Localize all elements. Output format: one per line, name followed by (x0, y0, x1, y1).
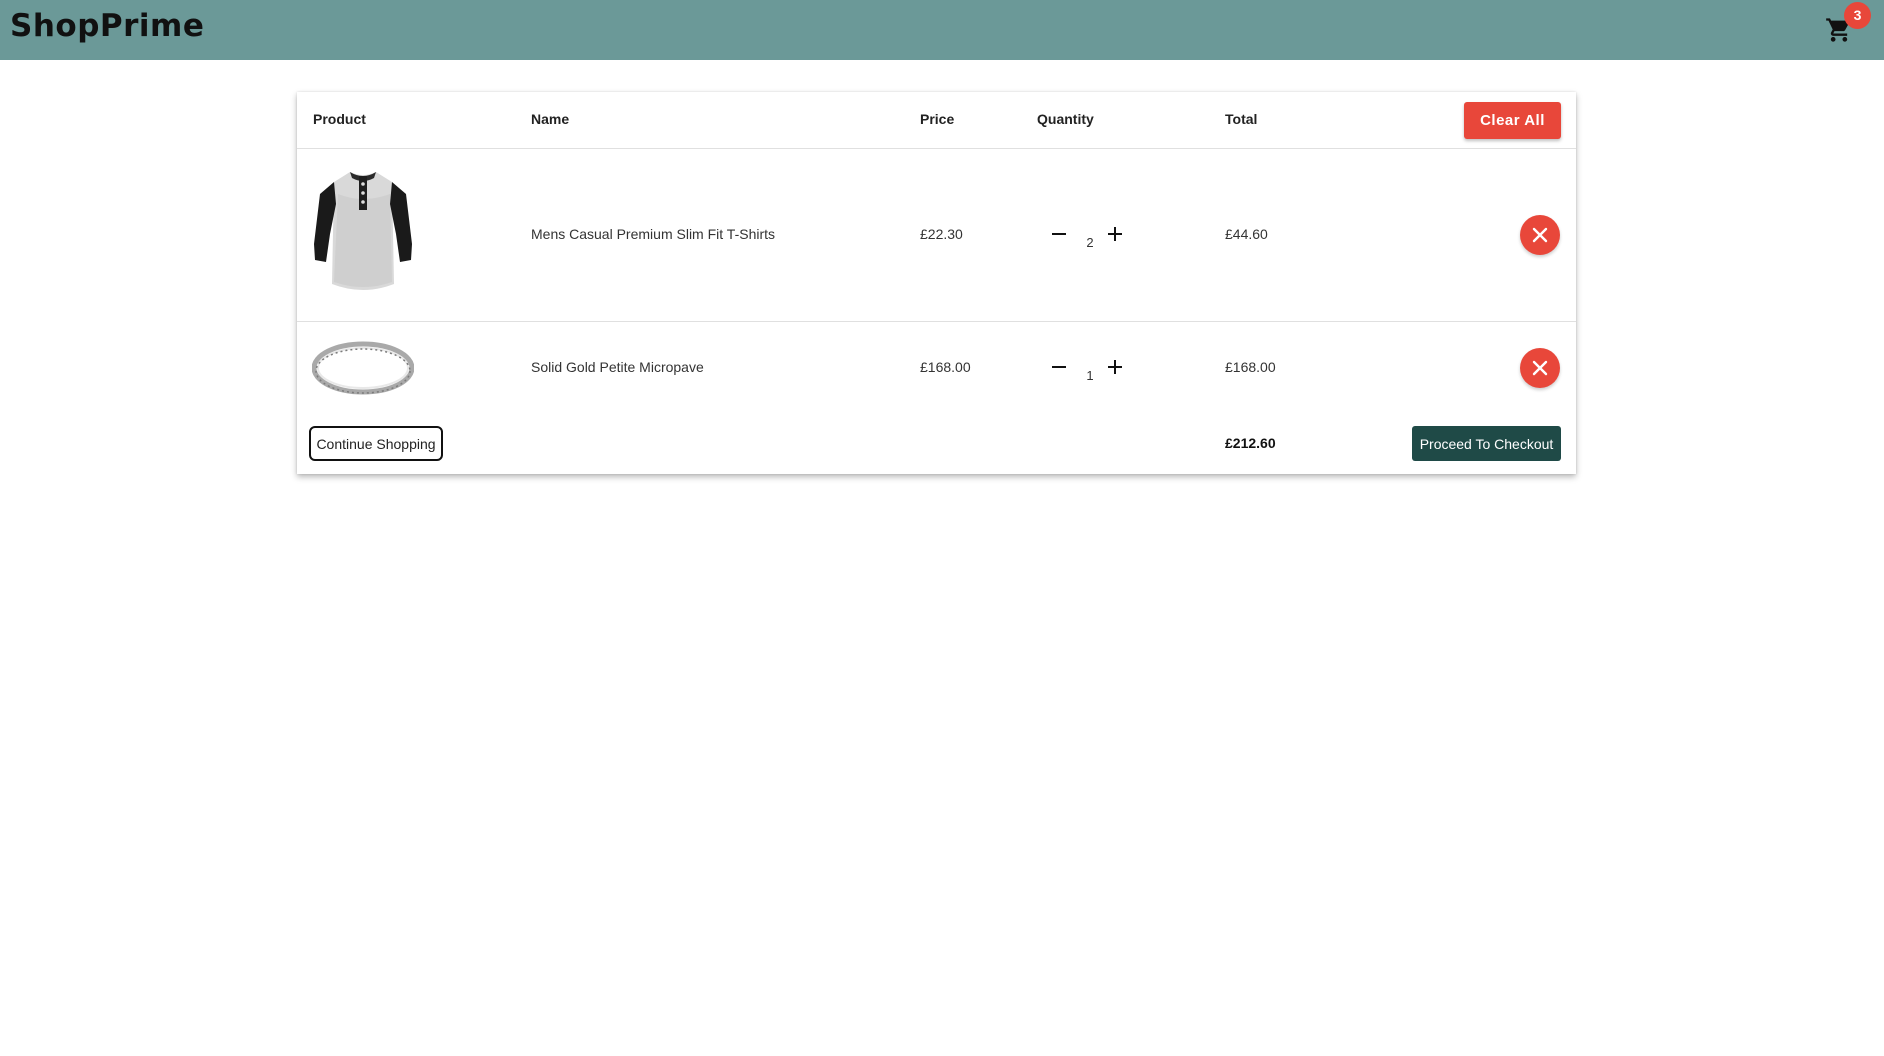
clear-all-button[interactable]: Clear All (1464, 102, 1561, 139)
line-total: £44.60 (1225, 226, 1268, 242)
plus-icon (1108, 227, 1122, 241)
close-icon (1532, 227, 1548, 243)
tshirt-product-image (312, 164, 414, 301)
ring-product-image (311, 339, 415, 402)
column-header-name: Name (531, 111, 570, 127)
column-header-price: Price (920, 111, 955, 127)
column-header-quantity: Quantity (1037, 111, 1094, 127)
row-divider (297, 321, 1576, 322)
decrease-quantity-button[interactable] (1047, 355, 1071, 379)
header-divider (297, 148, 1576, 149)
product-price: £22.30 (920, 226, 963, 242)
quantity-value: 2 (1086, 235, 1094, 250)
product-name: Solid Gold Petite Micropave (531, 359, 704, 375)
column-header-product: Product (313, 111, 366, 127)
column-header-total: Total (1225, 111, 1258, 127)
decrease-quantity-button[interactable] (1047, 222, 1071, 246)
cart-button[interactable]: 3 (1822, 2, 1871, 48)
close-icon (1532, 360, 1548, 376)
product-name: Mens Casual Premium Slim Fit T-Shirts (531, 226, 776, 242)
quantity-value: 1 (1086, 368, 1094, 383)
top-navbar: ShopPrime 3 (0, 0, 1884, 60)
remove-item-button[interactable] (1520, 348, 1560, 388)
minus-icon (1052, 233, 1066, 235)
brand-logo[interactable]: ShopPrime (10, 8, 204, 44)
increase-quantity-button[interactable] (1103, 222, 1127, 246)
grand-total: £212.60 (1225, 435, 1276, 451)
increase-quantity-button[interactable] (1103, 355, 1127, 379)
cart-count-badge: 3 (1844, 2, 1871, 29)
minus-icon (1052, 366, 1066, 368)
remove-item-button[interactable] (1520, 215, 1560, 255)
product-price: £168.00 (920, 359, 971, 375)
continue-shopping-button[interactable]: Continue Shopping (309, 426, 443, 461)
line-total: £168.00 (1225, 359, 1276, 375)
proceed-to-checkout-button[interactable]: Proceed To Checkout (1412, 426, 1561, 461)
cart-table: Product Name Price Quantity Total Clear … (297, 92, 1576, 474)
plus-icon (1108, 360, 1122, 374)
